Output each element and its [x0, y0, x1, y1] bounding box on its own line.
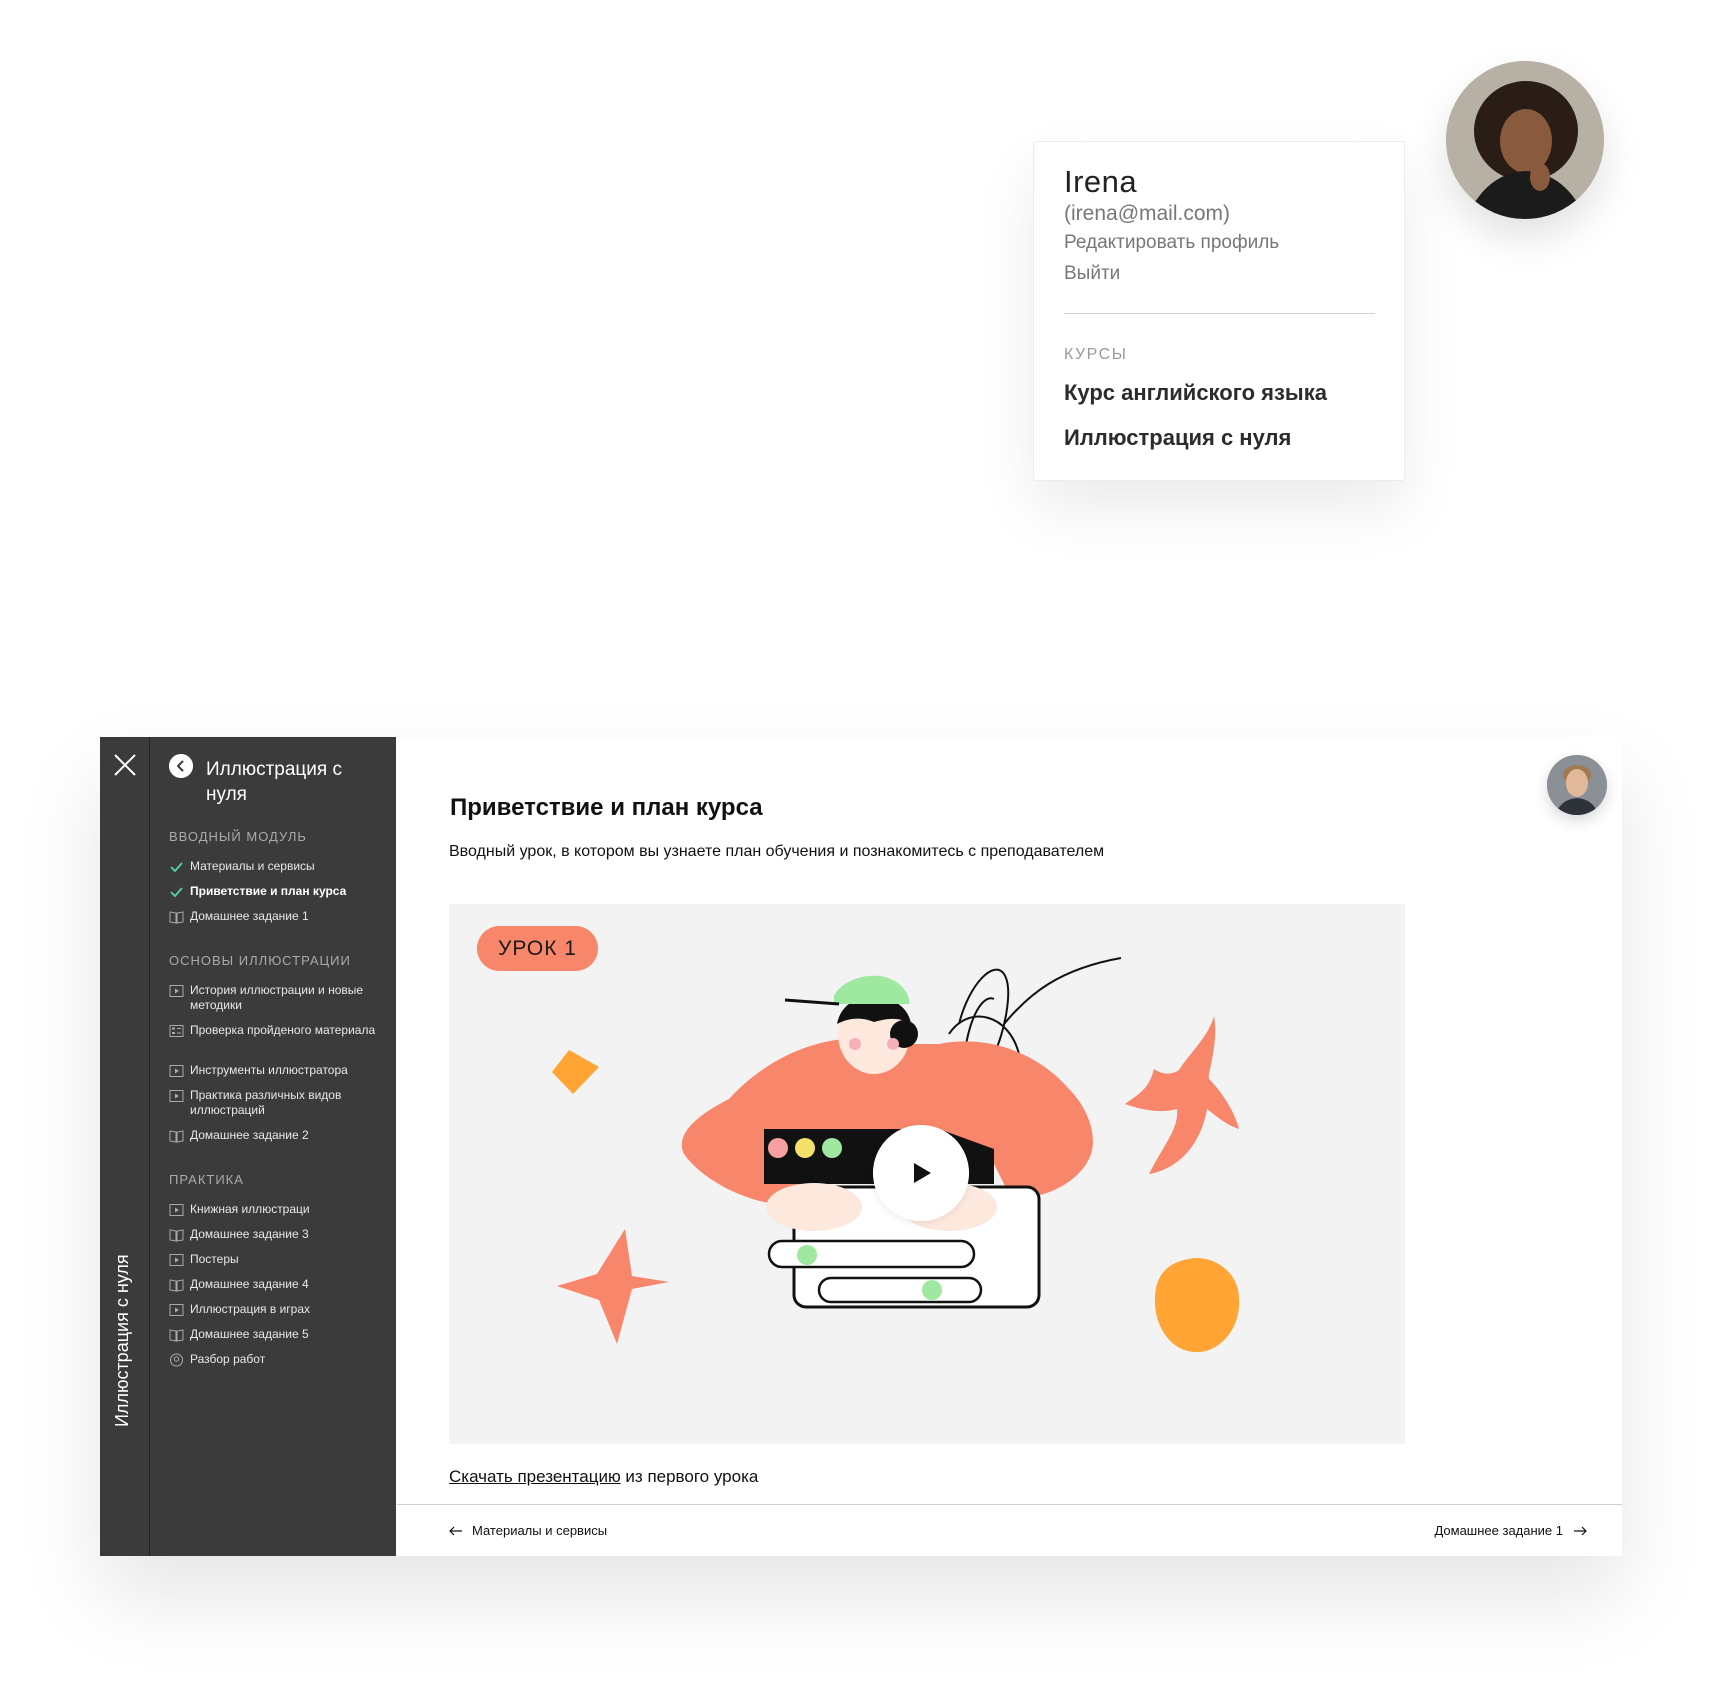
sidebar-item-posters[interactable]: Постеры: [169, 1252, 384, 1267]
video-icon: [169, 1065, 184, 1077]
video-icon: [169, 1254, 184, 1266]
edit-profile-link[interactable]: Редактировать профиль: [1064, 232, 1279, 254]
video-icon: [169, 1204, 184, 1216]
user-photo: [1547, 755, 1607, 815]
sidebar-item-label: История иллюстрации и новые методики: [190, 983, 364, 1012]
sidebar-item-label: Книжная иллюстраци: [190, 1202, 310, 1216]
course-link-illustration[interactable]: Иллюстрация с нуля: [1064, 425, 1291, 451]
prev-lesson-label: Материалы и сервисы: [472, 1523, 608, 1538]
sidebar-item-review[interactable]: Разбор работ: [169, 1352, 384, 1367]
profile-dropdown: Irena (irena@mail.com) Редактировать про…: [1033, 141, 1405, 481]
download-presentation-link[interactable]: Скачать презентацию: [449, 1467, 621, 1486]
profile-photo: [1446, 61, 1604, 219]
book-icon: [169, 1279, 184, 1292]
arrow-right-icon: [1574, 1526, 1587, 1535]
lesson-badge: УРОК 1: [477, 926, 598, 971]
next-lesson-link[interactable]: Домашнее задание 1: [1434, 1523, 1587, 1538]
check-icon: [170, 887, 183, 898]
sidebar-item-label: Домашнее задание 3: [190, 1227, 309, 1241]
sidebar-item-practice-types[interactable]: Практика различных видов иллюстраций: [169, 1088, 384, 1118]
sidebar-item-label: Домашнее задание 5: [190, 1327, 309, 1341]
lesson-description: Вводный урок, в котором вы узнаете план …: [449, 843, 1105, 860]
video-icon: [169, 985, 184, 997]
sidebar-item-label: Инструменты иллюстратора: [190, 1063, 348, 1077]
lesson-content: Приветствие и план курса Вводный урок, в…: [397, 737, 1622, 1556]
sidebar-item-game-illustration[interactable]: Иллюстрация в играх: [169, 1302, 384, 1317]
sidebar-item-label: Приветствие и план курса: [190, 884, 347, 898]
sidebar-item-label: Домашнее задание 1: [190, 909, 309, 923]
book-icon: [169, 1329, 184, 1342]
sidebar-item-welcome[interactable]: Приветствие и план курса: [169, 884, 384, 899]
sidebar-item-history[interactable]: История иллюстрации и новые методики: [169, 983, 384, 1013]
sidebar-item-label: Разбор работ: [190, 1352, 266, 1366]
download-line: Скачать презентацию из первого урока: [449, 1467, 758, 1487]
video-player[interactable]: УРОК 1: [449, 904, 1405, 1444]
prev-lesson-link[interactable]: Материалы и сервисы: [449, 1523, 607, 1538]
sidebar-item-label: Домашнее задание 2: [190, 1128, 309, 1142]
webinar-icon: [170, 1353, 183, 1367]
close-icon[interactable]: [112, 752, 138, 778]
book-icon: [169, 1130, 184, 1143]
sidebar-item-label: Иллюстрация в играх: [190, 1302, 311, 1316]
courses-heading: КУРСЫ: [1064, 346, 1128, 363]
sidebar-item-homework-3[interactable]: Домашнее задание 3: [169, 1227, 384, 1242]
user-avatar[interactable]: [1547, 755, 1607, 815]
course-sidebar: Иллюстрация с нуля ВВОДНЫЙ МОДУЛЬ Матери…: [150, 737, 396, 1556]
sidebar-section-title: ВВОДНЫЙ МОДУЛЬ: [169, 829, 307, 844]
sidebar-course-title: Иллюстрация с нуля: [206, 759, 342, 805]
logout-link[interactable]: Выйти: [1064, 263, 1120, 285]
book-icon: [169, 911, 184, 924]
sidebar-section-title: ОСНОВЫ ИЛЛЮСТРАЦИИ: [169, 953, 351, 968]
sidebar-item-book-illustration[interactable]: Книжная иллюстраци: [169, 1202, 384, 1217]
video-icon: [169, 1304, 184, 1316]
sidebar-item-label: Домашнее задание 4: [190, 1277, 309, 1291]
sidebar-item-label: Постеры: [190, 1252, 239, 1266]
sidebar-section-title: ПРАКТИКА: [169, 1172, 244, 1187]
profile-email: (irena@mail.com): [1064, 202, 1231, 225]
quiz-icon: [169, 1025, 184, 1037]
profile-name: Irena: [1064, 164, 1138, 199]
sidebar-item-label: Проверка пройденого материала: [190, 1023, 376, 1037]
next-lesson-label: Домашнее задание 1: [1434, 1523, 1563, 1538]
profile-avatar[interactable]: [1446, 61, 1604, 219]
sidebar-item-homework-5[interactable]: Домашнее задание 5: [169, 1327, 384, 1342]
sidebar-item-tools[interactable]: Инструменты иллюстратора: [169, 1063, 384, 1078]
download-suffix: из первого урока: [620, 1467, 759, 1486]
sidebar-item-quiz[interactable]: Проверка пройденого материала: [169, 1023, 384, 1038]
sidebar-item-homework-4[interactable]: Домашнее задание 4: [169, 1277, 384, 1292]
back-arrow-icon[interactable]: [169, 754, 193, 778]
play-icon[interactable]: [873, 1125, 969, 1221]
course-window: Иллюстрация с нуля Иллюстрация с нуля ВВ…: [100, 737, 1622, 1556]
sidebar-item-homework-1[interactable]: Домашнее задание 1: [169, 909, 384, 924]
divider: [1064, 313, 1375, 314]
sidebar-item-label: Практика различных видов иллюстраций: [190, 1088, 342, 1117]
divider: [397, 1504, 1622, 1505]
sidebar-item-homework-2[interactable]: Домашнее задание 2: [169, 1128, 384, 1143]
book-icon: [169, 1229, 184, 1242]
course-link-english[interactable]: Курс английского языка: [1064, 380, 1327, 406]
sidebar-item-materials[interactable]: Материалы и сервисы: [169, 859, 384, 874]
course-rail: Иллюстрация с нуля: [100, 737, 150, 1556]
sidebar-item-label: Материалы и сервисы: [190, 859, 315, 873]
video-icon: [169, 1090, 184, 1102]
check-icon: [170, 862, 183, 873]
lesson-title: Приветствие и план курса: [450, 794, 763, 821]
arrow-left-icon: [449, 1526, 462, 1535]
